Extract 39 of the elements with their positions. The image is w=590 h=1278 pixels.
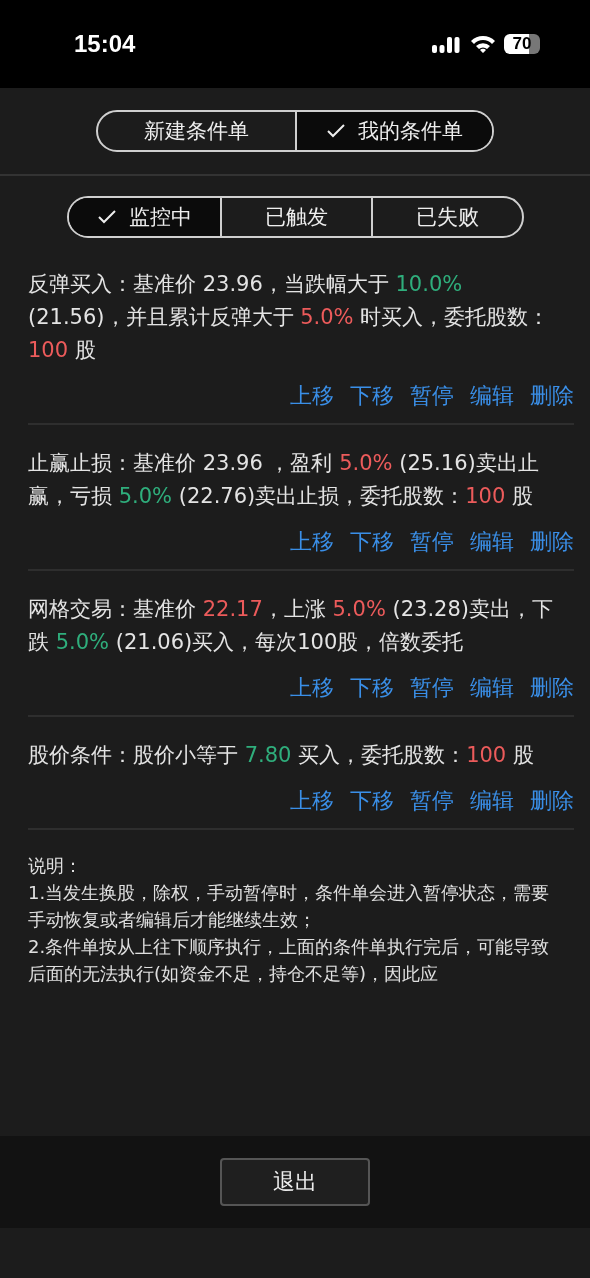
condition-text: 止赢止损：基准价 23.96 ，盈利 5.0% (25.16)卖出止赢，亏损 5.0% (22.76)卖出止损，委托股数：100 股 xyxy=(28,450,540,510)
check-icon xyxy=(326,123,346,139)
exit-button[interactable]: 退出 xyxy=(220,1158,370,1206)
condition-text: 股价条件：股价小等于 7.80 买入，委托股数：100 股 xyxy=(28,742,535,769)
check-icon xyxy=(96,209,117,225)
condition-text: 反弹买入：基准价 23.96，当跌幅大于 10.0% (21.56)，并且累计反弹大于 5.0% 时买入，委托股数： 100 股 xyxy=(28,271,551,364)
mode-tab[interactable]: 我的条件单 xyxy=(295,112,492,150)
action-link[interactable]: 上移 xyxy=(290,527,334,557)
filter-tab[interactable]: 已触发 xyxy=(219,198,371,236)
battery-icon: 70 xyxy=(504,34,540,54)
action-link[interactable]: 删除 xyxy=(530,527,574,557)
signal-icon xyxy=(432,35,462,53)
note-text: 2.条件单按从上往下顺序执行，上面的条件单执行完后，可能导致后面的无法执行(如资金不足，持仓不足等)，因此应 xyxy=(28,935,551,986)
note-title: 说明： xyxy=(28,854,83,878)
action-link[interactable]: 上移 xyxy=(290,786,334,816)
action-link[interactable]: 编辑 xyxy=(470,381,514,411)
action-link[interactable]: 删除 xyxy=(530,786,574,816)
note-text: 1.当发生换股，除权，手动暂停时，条件单会进入暂停状态，需要手动恢复或者编辑后才能继续生效； xyxy=(28,881,551,932)
action-link[interactable]: 删除 xyxy=(530,673,574,703)
action-link[interactable]: 暂停 xyxy=(410,381,454,411)
mode-tab[interactable]: 新建条件单 xyxy=(98,112,295,150)
action-link[interactable]: 下移 xyxy=(350,673,394,703)
action-link[interactable]: 暂停 xyxy=(410,786,454,816)
action-link[interactable]: 编辑 xyxy=(470,673,514,703)
filter-tab[interactable]: 已失败 xyxy=(370,198,522,236)
action-link[interactable]: 编辑 xyxy=(470,527,514,557)
filter-tab[interactable]: 监控中 xyxy=(68,198,220,236)
clock-time: 15:04 xyxy=(74,30,136,58)
action-link[interactable]: 上移 xyxy=(290,381,334,411)
action-link[interactable]: 下移 xyxy=(350,527,394,557)
wifi-icon xyxy=(470,35,496,53)
action-link[interactable]: 下移 xyxy=(350,381,394,411)
action-link[interactable]: 下移 xyxy=(350,786,394,816)
action-link[interactable]: 上移 xyxy=(290,673,334,703)
action-link[interactable]: 编辑 xyxy=(470,786,514,816)
action-link[interactable]: 暂停 xyxy=(410,673,454,703)
action-link[interactable]: 删除 xyxy=(530,381,574,411)
condition-text: 网格交易：基准价 22.17，上涨 5.0% (23.28)卖出，下跌 5.0% (21.06)买入，每次100股，倍数委托 xyxy=(28,596,555,656)
action-link[interactable]: 暂停 xyxy=(410,527,454,557)
